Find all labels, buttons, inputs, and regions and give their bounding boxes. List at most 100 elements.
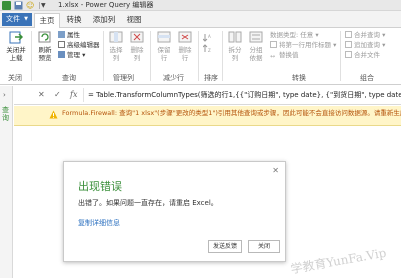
ribbon: 关闭并 上载 关闭 刷新 预览 属性 高级编辑器 管理 ▾ 查询 选择 列 删除… <box>0 28 401 85</box>
formula-bar: ✕ ✓ fx = Table.TransformColumnTypes(筛选的行… <box>14 86 401 105</box>
send-feedback-button[interactable]: 发送反馈 <box>208 240 242 253</box>
refresh-icon <box>38 31 51 43</box>
error-dialog: ✕ 出现错误 出错了。如果问题一直存在，请重启 Excel。 复制详细信息 发送… <box>63 161 286 262</box>
queries-pane-collapsed[interactable]: › 查询 <box>0 86 13 278</box>
combine-files-label: 合并文件 <box>354 51 380 59</box>
tab-add-column[interactable]: 添加列 <box>88 13 120 28</box>
sort-descending-icon[interactable]: Z <box>203 44 212 53</box>
group-by-label: 分组 依据 <box>249 46 263 62</box>
remove-rows-icon <box>178 31 192 43</box>
use-first-row-label: 将第一行用作标题 <box>279 41 331 49</box>
formula-input[interactable]: = Table.TransformColumnTypes(筛选的行1,{{"订购… <box>83 88 401 102</box>
tab-file-label: 文件 <box>6 15 20 23</box>
append-icon <box>345 41 352 48</box>
fx-icon[interactable]: fx <box>70 90 77 99</box>
title-bar: ☺ ▼ 1.xlsx - Power Query 编辑器 <box>0 0 401 11</box>
data-type-label: 数据类型: 任意 <box>270 31 314 39</box>
choose-columns-icon <box>109 31 123 43</box>
replace-values-button[interactable]: ↔ 替换值 <box>270 51 299 60</box>
tab-transform[interactable]: 转换 <box>63 13 85 28</box>
remove-columns-label: 删除 列 <box>130 46 144 62</box>
group-divider <box>103 31 104 81</box>
tab-home[interactable]: 主页 <box>34 13 60 29</box>
save-icon[interactable] <box>14 1 23 10</box>
replace-icon: ↔ <box>270 53 276 60</box>
chevron-down-icon: ▼ <box>24 16 28 22</box>
merge-queries-button[interactable]: 合并查询 ▾ <box>345 31 385 40</box>
manage-label: 管理 <box>67 51 80 59</box>
group-label-close: 关闭 <box>8 74 22 82</box>
dialog-message: 出错了。如果问题一直存在，请重启 Excel。 <box>78 199 218 207</box>
group-label-transform: 转换 <box>292 74 306 82</box>
properties-button[interactable]: 属性 <box>58 31 80 40</box>
merge-icon <box>345 31 352 38</box>
sort-ascending-icon[interactable]: A <box>203 33 212 42</box>
group-divider <box>198 31 199 81</box>
group-by-icon <box>249 31 263 43</box>
excel-app-icon <box>2 1 11 10</box>
close-and-load-icon <box>9 31 23 44</box>
merge-queries-label: 合并查询 <box>354 31 380 39</box>
remove-rows-label: 删除 行 <box>178 46 192 62</box>
choose-columns-button[interactable]: 选择 列 <box>107 30 125 70</box>
warning-text: Formula.Firewall: 查询"1 xlsx"(步骤"更改的类型1")… <box>62 109 401 117</box>
group-label-sort: 排序 <box>204 74 218 82</box>
quick-access-divider <box>39 2 40 9</box>
svg-text:A: A <box>208 34 211 39</box>
manage-button[interactable]: 管理 ▾ <box>58 51 85 60</box>
group-label-query: 查询 <box>62 74 76 82</box>
keep-rows-label: 保留 行 <box>157 46 171 62</box>
cancel-formula-icon[interactable]: ✕ <box>38 90 45 99</box>
refresh-preview-button[interactable]: 刷新 预览 <box>35 30 55 70</box>
table-header-icon <box>270 41 277 48</box>
remove-rows-button[interactable]: 删除 行 <box>176 30 194 70</box>
dialog-title: 出现错误 <box>78 180 122 193</box>
keep-rows-button[interactable]: 保留 行 <box>155 30 173 70</box>
warning-icon <box>49 110 58 119</box>
group-label-combine: 组合 <box>360 74 374 82</box>
quick-access-dropdown-icon[interactable]: ▼ <box>41 1 50 10</box>
copy-details-link[interactable]: 复制详细信息 <box>78 218 120 228</box>
tab-view[interactable]: 视图 <box>123 13 145 28</box>
replace-values-label: 替换值 <box>279 51 299 59</box>
manage-icon <box>58 51 65 58</box>
split-column-icon <box>228 31 242 43</box>
confirm-formula-icon[interactable]: ✓ <box>54 90 61 99</box>
smile-feedback-icon[interactable]: ☺ <box>26 1 35 10</box>
append-queries-button[interactable]: 追加查询 ▾ <box>345 41 385 50</box>
group-label-reduce-rows: 减少行 <box>163 74 184 82</box>
advanced-editor-button[interactable]: 高级编辑器 <box>58 41 100 50</box>
combine-files-button[interactable]: 合并文件 <box>345 51 380 60</box>
group-divider <box>150 31 151 81</box>
data-type-dropdown[interactable]: 数据类型: 任意 ▾ <box>270 31 319 40</box>
append-queries-label: 追加查询 <box>354 41 380 49</box>
split-column-label: 拆分 列 <box>228 46 242 62</box>
queries-pane-label: 查询 <box>2 106 9 122</box>
properties-label: 属性 <box>67 31 80 39</box>
split-column-button[interactable]: 拆分 列 <box>226 30 244 70</box>
tab-file[interactable]: 文件 ▼ <box>2 13 32 26</box>
keep-rows-icon <box>157 31 171 43</box>
group-divider <box>222 31 223 81</box>
svg-text:Z: Z <box>208 48 211 53</box>
remove-columns-icon <box>130 31 144 43</box>
close-and-load-label: 关闭并 上载 <box>6 46 26 62</box>
close-icon[interactable]: ✕ <box>272 166 279 175</box>
group-divider <box>31 31 32 81</box>
window-title: 1.xlsx - Power Query 编辑器 <box>58 1 154 9</box>
group-divider <box>340 31 341 81</box>
group-by-button[interactable]: 分组 依据 <box>247 30 265 70</box>
power-query-editor-window: ☺ ▼ 1.xlsx - Power Query 编辑器 文件 ▼ 主页 转换 … <box>0 0 401 278</box>
ribbon-tab-strip: 文件 ▼ 主页 转换 添加列 视图 <box>0 11 401 29</box>
combine-files-icon <box>345 51 352 58</box>
close-and-load-button[interactable]: 关闭并 上载 <box>3 30 29 70</box>
advanced-editor-icon <box>58 41 65 48</box>
expand-chevron-icon[interactable]: › <box>3 91 6 99</box>
properties-icon <box>58 31 65 38</box>
dialog-close-button[interactable]: 关闭 <box>248 240 280 253</box>
use-first-row-as-headers-button[interactable]: 将第一行用作标题 ▾ <box>270 41 336 50</box>
group-label-manage-columns: 管理列 <box>113 74 134 82</box>
warning-banner: Formula.Firewall: 查询"1 xlsx"(步骤"更改的类型1")… <box>14 106 401 126</box>
choose-columns-label: 选择 列 <box>109 46 123 62</box>
remove-columns-button[interactable]: 删除 列 <box>128 30 146 70</box>
